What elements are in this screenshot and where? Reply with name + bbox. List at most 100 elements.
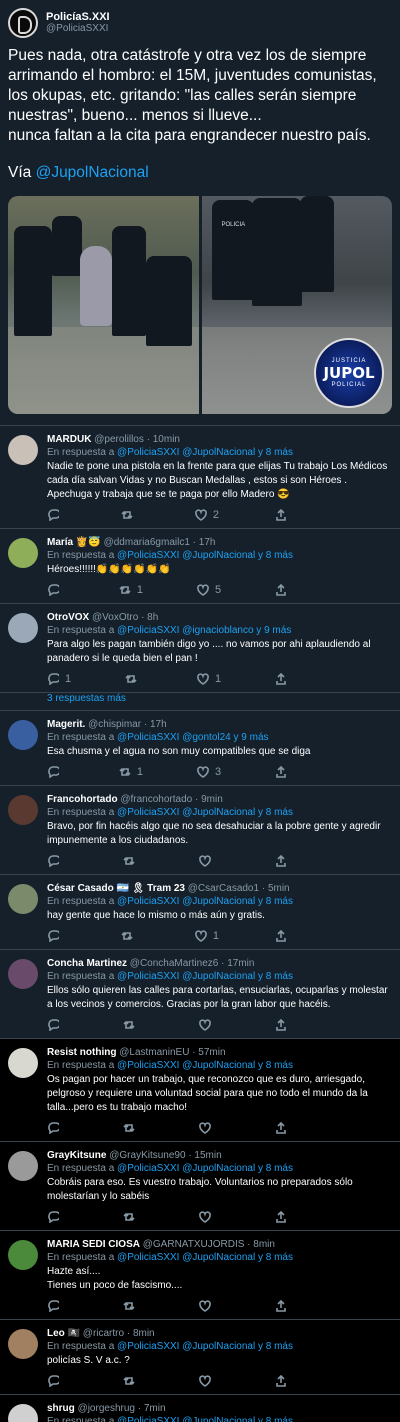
avatar[interactable] [8, 8, 38, 38]
reply-handle-time[interactable]: @chispimar · 17h [88, 719, 167, 730]
reply-to-mentions[interactable]: @PoliciaSXXI @JupolNacional y 8 más [117, 1060, 293, 1071]
share-button[interactable] [275, 673, 287, 685]
retweet-button[interactable] [123, 1122, 141, 1134]
avatar[interactable] [8, 959, 38, 989]
author-handle[interactable]: @PoliciaSXXI [46, 23, 110, 35]
like-button[interactable]: 1 [195, 930, 219, 942]
reply-author-name[interactable]: shrug [47, 1403, 75, 1414]
retweet-button[interactable] [123, 1019, 141, 1031]
reply-button[interactable] [47, 930, 65, 942]
tweet-media[interactable]: POLICIA JUSTICIA JUPOL POLICIAL [8, 196, 392, 414]
share-button[interactable] [275, 509, 287, 521]
retweet-button[interactable]: 1 [119, 766, 143, 778]
reply-tweet[interactable]: shrug @jorgeshrug · 7min En respuesta a … [0, 1395, 400, 1422]
avatar[interactable] [8, 1329, 38, 1359]
main-tweet-author[interactable]: PolicíaS.XXI @PoliciaSXXI [46, 11, 110, 35]
share-button[interactable] [275, 1300, 287, 1312]
reply-tweet[interactable]: Leo 🏴‍☠️ @ricartro · 8min En respuesta a… [0, 1320, 400, 1395]
like-button[interactable]: 1 [197, 673, 221, 685]
avatar[interactable] [8, 538, 38, 568]
avatar[interactable] [8, 1240, 38, 1270]
reply-tweet[interactable]: GrayKitsune @GrayKitsune90 · 15min En re… [0, 1142, 400, 1231]
reply-tweet[interactable]: Resist nothing @LastmaninEU · 57min En r… [0, 1039, 400, 1142]
reply-tweet[interactable]: Magerit. @chispimar · 17h En respuesta a… [0, 711, 400, 786]
photo-officers-in-flood[interactable]: POLICIA JUSTICIA JUPOL POLICIAL [201, 196, 392, 414]
reply-handle-time[interactable]: @jorgeshrug · 7min [78, 1403, 166, 1414]
avatar[interactable] [8, 1404, 38, 1422]
reply-handle-time[interactable]: @VoxOtro · 8h [92, 612, 158, 623]
reply-author-name[interactable]: OtroVOX [47, 612, 89, 623]
like-button[interactable] [199, 1375, 217, 1387]
reply-to-mentions[interactable]: @PoliciaSXXI @JupolNacional y 8 más [117, 1341, 293, 1352]
share-button[interactable] [275, 1375, 287, 1387]
reply-button[interactable] [47, 1211, 65, 1223]
reply-button[interactable] [47, 584, 65, 596]
reply-to-mentions[interactable]: @PoliciaSXXI @JupolNacional y 8 más [117, 1163, 293, 1174]
share-button[interactable] [275, 855, 287, 867]
retweet-button[interactable] [123, 1211, 141, 1223]
reply-to-mentions[interactable]: @PoliciaSXXI @JupolNacional y 8 más [117, 896, 293, 907]
like-button[interactable]: 5 [197, 584, 221, 596]
like-button[interactable] [199, 1300, 217, 1312]
avatar[interactable] [8, 884, 38, 914]
reply-to-mentions[interactable]: @PoliciaSXXI @gontol24 y 9 más [117, 732, 268, 743]
reply-to-mentions[interactable]: @PoliciaSXXI @JupolNacional y 8 más [117, 1252, 293, 1263]
reply-to-mentions[interactable]: @PoliciaSXXI @JupolNacional y 8 más [117, 1416, 293, 1422]
like-button[interactable] [199, 855, 217, 867]
avatar[interactable] [8, 613, 38, 643]
reply-to-mentions[interactable]: @PoliciaSXXI @JupolNacional y 8 más [117, 971, 293, 982]
reply-handle-time[interactable]: @CsarCasado1 · 5min [188, 883, 290, 894]
reply-to-mentions[interactable]: @PoliciaSXXI @ignacioblanco y 9 más [117, 625, 291, 636]
reply-author-name[interactable]: MARIA SEDI CIOSA [47, 1239, 140, 1250]
avatar[interactable] [8, 435, 38, 465]
reply-author-name[interactable]: César Casado 🇦🇷 🎗 Tram 23 [47, 883, 185, 894]
reply-to-mentions[interactable]: @PoliciaSXXI @JupolNacional y 8 más [117, 550, 293, 561]
reply-tweet[interactable]: Concha Martinez @ConchaMartinez6 · 17min… [0, 950, 400, 1039]
reply-handle-time[interactable]: @GARNATXUJORDIS · 8min [143, 1239, 275, 1250]
reply-author-name[interactable]: GrayKitsune [47, 1150, 106, 1161]
retweet-button[interactable] [123, 1300, 141, 1312]
reply-tweet[interactable]: Francohortado @francohortado · 9min En r… [0, 786, 400, 875]
reply-author-name[interactable]: María 👸😇 [47, 537, 101, 548]
reply-handle-time[interactable]: @GrayKitsune90 · 15min [109, 1150, 221, 1161]
reply-tweet[interactable]: MARIA SEDI CIOSA @GARNATXUJORDIS · 8min … [0, 1231, 400, 1320]
reply-handle-time[interactable]: @ConchaMartinez6 · 17min [130, 958, 255, 969]
reply-tweet[interactable]: César Casado 🇦🇷 🎗 Tram 23 @CsarCasado1 ·… [0, 875, 400, 950]
retweet-button[interactable]: 1 [119, 584, 143, 596]
reply-author-name[interactable]: Resist nothing [47, 1047, 116, 1058]
avatar[interactable] [8, 1151, 38, 1181]
reply-author-name[interactable]: Magerit. [47, 719, 85, 730]
like-button[interactable]: 2 [195, 509, 219, 521]
reply-author-name[interactable]: Francohortado [47, 794, 118, 805]
show-more-replies-link[interactable]: 3 respuestas más [0, 693, 400, 711]
reply-button[interactable] [47, 855, 65, 867]
like-button[interactable] [199, 1122, 217, 1134]
reply-author-name[interactable]: MARDUK [47, 434, 91, 445]
share-button[interactable] [275, 1019, 287, 1031]
like-button[interactable] [199, 1019, 217, 1031]
avatar[interactable] [8, 795, 38, 825]
reply-handle-time[interactable]: @ddmaria6gmailc1 · 17h [104, 537, 216, 548]
reply-button[interactable] [47, 1019, 65, 1031]
retweet-button[interactable] [121, 509, 139, 521]
reply-tweet[interactable]: OtroVOX @VoxOtro · 8h En respuesta a @Po… [0, 604, 400, 693]
avatar[interactable] [8, 1048, 38, 1078]
like-button[interactable]: 3 [197, 766, 221, 778]
retweet-button[interactable] [123, 1375, 141, 1387]
mention-link[interactable]: @JupolNacional [36, 164, 149, 181]
reply-button[interactable]: 1 [47, 673, 71, 685]
reply-button[interactable] [47, 1122, 65, 1134]
reply-tweet[interactable]: María 👸😇 @ddmaria6gmailc1 · 17h En respu… [0, 529, 400, 604]
like-button[interactable] [199, 1211, 217, 1223]
share-button[interactable] [275, 1211, 287, 1223]
reply-button[interactable] [47, 1375, 65, 1387]
avatar[interactable] [8, 720, 38, 750]
retweet-button[interactable] [121, 930, 139, 942]
reply-to-mentions[interactable]: @PoliciaSXXI @JupolNacional y 8 más [117, 807, 293, 818]
reply-to-mentions[interactable]: @PoliciaSXXI @JupolNacional y 8 más [117, 447, 293, 458]
share-button[interactable] [275, 584, 287, 596]
share-button[interactable] [275, 1122, 287, 1134]
reply-author-name[interactable]: Concha Martinez [47, 958, 127, 969]
reply-button[interactable] [47, 766, 65, 778]
retweet-button[interactable] [123, 855, 141, 867]
